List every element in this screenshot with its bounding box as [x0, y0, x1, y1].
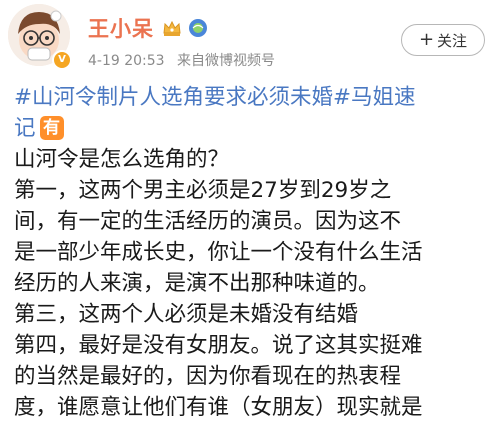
body-line: 度，谁愿意让他们有谁（女朋友）现实就是	[14, 395, 423, 420]
username[interactable]: 王小呆	[88, 13, 154, 43]
post-body: #山河令制片人选角要求必须未婚#马姐速 记有 山河令是怎么选角的？ 第一，这两个…	[14, 82, 492, 423]
body-line: 是一部少年成长史，你让一个没有什么生活	[14, 240, 423, 265]
body-line: 第三，这两个人必须是未婚没有结婚	[14, 302, 359, 327]
verified-badge-icon: V	[52, 50, 72, 70]
body-line: 间，有一定的生活经历的演员。因为这不	[14, 209, 402, 234]
name-row: 王小呆	[88, 14, 208, 42]
body-line: 山河令是怎么选角的？	[14, 147, 230, 172]
you-badge: 有	[39, 116, 64, 140]
topic-link-continued[interactable]: 记	[14, 116, 36, 141]
globe-badge-icon	[189, 19, 207, 37]
body-line: 经历的人来演，是演不出那种味道的。	[14, 271, 380, 296]
post-header: V 王小呆 4-19 20:53 来自微博视频号 + 关注	[0, 0, 499, 78]
body-line: 第一，这两个男主必须是27岁到29岁之	[14, 178, 392, 203]
topic-line-2: 记有	[14, 113, 492, 144]
body-line: 的当然是最好的，因为你看现在的热衷程	[14, 364, 402, 389]
post-meta: 4-19 20:53 来自微博视频号	[88, 50, 283, 70]
post-date[interactable]: 4-19 20:53	[88, 53, 165, 69]
body-line: 第四，最好是没有女朋友。说了这其实挺难	[14, 333, 423, 358]
post-source: 来自微博视频号	[177, 53, 276, 69]
follow-label: 关注	[437, 31, 468, 50]
topic-link[interactable]: #山河令制片人选角要求必须未婚#马姐速	[14, 82, 492, 113]
plus-icon: +	[418, 29, 435, 50]
crown-icon	[163, 20, 181, 36]
follow-button[interactable]: + 关注	[401, 24, 485, 56]
